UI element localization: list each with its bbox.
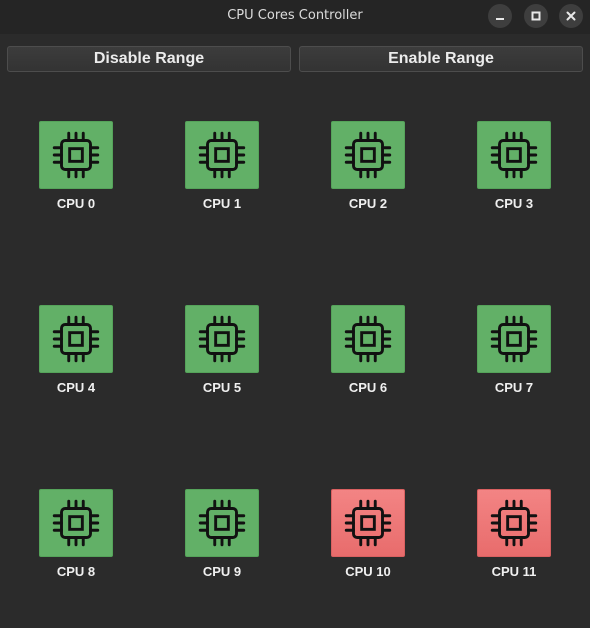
- cpu-label: CPU 1: [202, 196, 242, 211]
- cpu-toggle-button[interactable]: [185, 305, 259, 373]
- cpu-toggle-button[interactable]: [331, 121, 405, 189]
- cpu-label: CPU 4: [56, 380, 96, 395]
- cpu-label: CPU 8: [56, 564, 96, 579]
- cpu-toggle-button[interactable]: [331, 305, 405, 373]
- cpu-chip-icon: [485, 310, 543, 368]
- cpu-tile[interactable]: CPU 2: [308, 121, 428, 221]
- cpu-chip-icon: [193, 310, 251, 368]
- cpu-label: CPU 7: [494, 380, 534, 395]
- cpu-tile[interactable]: CPU 8: [16, 489, 136, 589]
- cpu-chip-icon: [193, 494, 251, 552]
- cpu-toggle-button[interactable]: [331, 489, 405, 557]
- minimize-button[interactable]: [488, 4, 512, 28]
- cpu-chip-icon: [339, 126, 397, 184]
- minimize-icon: [496, 18, 504, 20]
- cpu-tile[interactable]: CPU 10: [308, 489, 428, 589]
- cpu-toggle-button[interactable]: [39, 121, 113, 189]
- cpu-chip-icon: [339, 494, 397, 552]
- cpu-label: CPU 2: [348, 196, 388, 211]
- cpu-toggle-button[interactable]: [39, 305, 113, 373]
- cpu-tile[interactable]: CPU 7: [454, 305, 574, 405]
- cpu-label: CPU 6: [348, 380, 388, 395]
- maximize-button[interactable]: [524, 4, 548, 28]
- maximize-icon: [531, 11, 541, 21]
- cpu-toggle-button[interactable]: [477, 305, 551, 373]
- cpu-chip-icon: [47, 310, 105, 368]
- cpu-tile[interactable]: CPU 1: [162, 121, 282, 221]
- cpu-tile[interactable]: CPU 6: [308, 305, 428, 405]
- cpu-toggle-button[interactable]: [477, 121, 551, 189]
- cpu-chip-icon: [193, 126, 251, 184]
- disable-range-button[interactable]: Disable Range: [7, 46, 291, 72]
- cpu-label: CPU 3: [494, 196, 534, 211]
- cpu-chip-icon: [47, 494, 105, 552]
- cpu-chip-icon: [485, 494, 543, 552]
- enable-range-button[interactable]: Enable Range: [299, 46, 583, 72]
- cpu-tile[interactable]: CPU 4: [16, 305, 136, 405]
- close-button[interactable]: [559, 4, 583, 28]
- cpu-label: CPU 0: [56, 196, 96, 211]
- cpu-label: CPU 9: [202, 564, 242, 579]
- cpu-chip-icon: [47, 126, 105, 184]
- cpu-chip-icon: [339, 310, 397, 368]
- app-window: CPU Cores Controller Disable Range Enabl…: [0, 0, 590, 628]
- cpu-toggle-button[interactable]: [185, 121, 259, 189]
- cpu-label: CPU 10: [345, 564, 391, 579]
- cpu-toggle-button[interactable]: [185, 489, 259, 557]
- cpu-tile[interactable]: CPU 9: [162, 489, 282, 589]
- cpu-label: CPU 11: [491, 564, 537, 579]
- cpu-tile[interactable]: CPU 5: [162, 305, 282, 405]
- cpu-label: CPU 5: [202, 380, 242, 395]
- cpu-toggle-button[interactable]: [39, 489, 113, 557]
- title-bar: CPU Cores Controller: [0, 0, 590, 34]
- close-icon: [566, 11, 576, 21]
- cpu-chip-icon: [485, 126, 543, 184]
- cpu-tile[interactable]: CPU 11: [454, 489, 574, 589]
- cpu-toggle-button[interactable]: [477, 489, 551, 557]
- cpu-tile[interactable]: CPU 0: [16, 121, 136, 221]
- cpu-tile[interactable]: CPU 3: [454, 121, 574, 221]
